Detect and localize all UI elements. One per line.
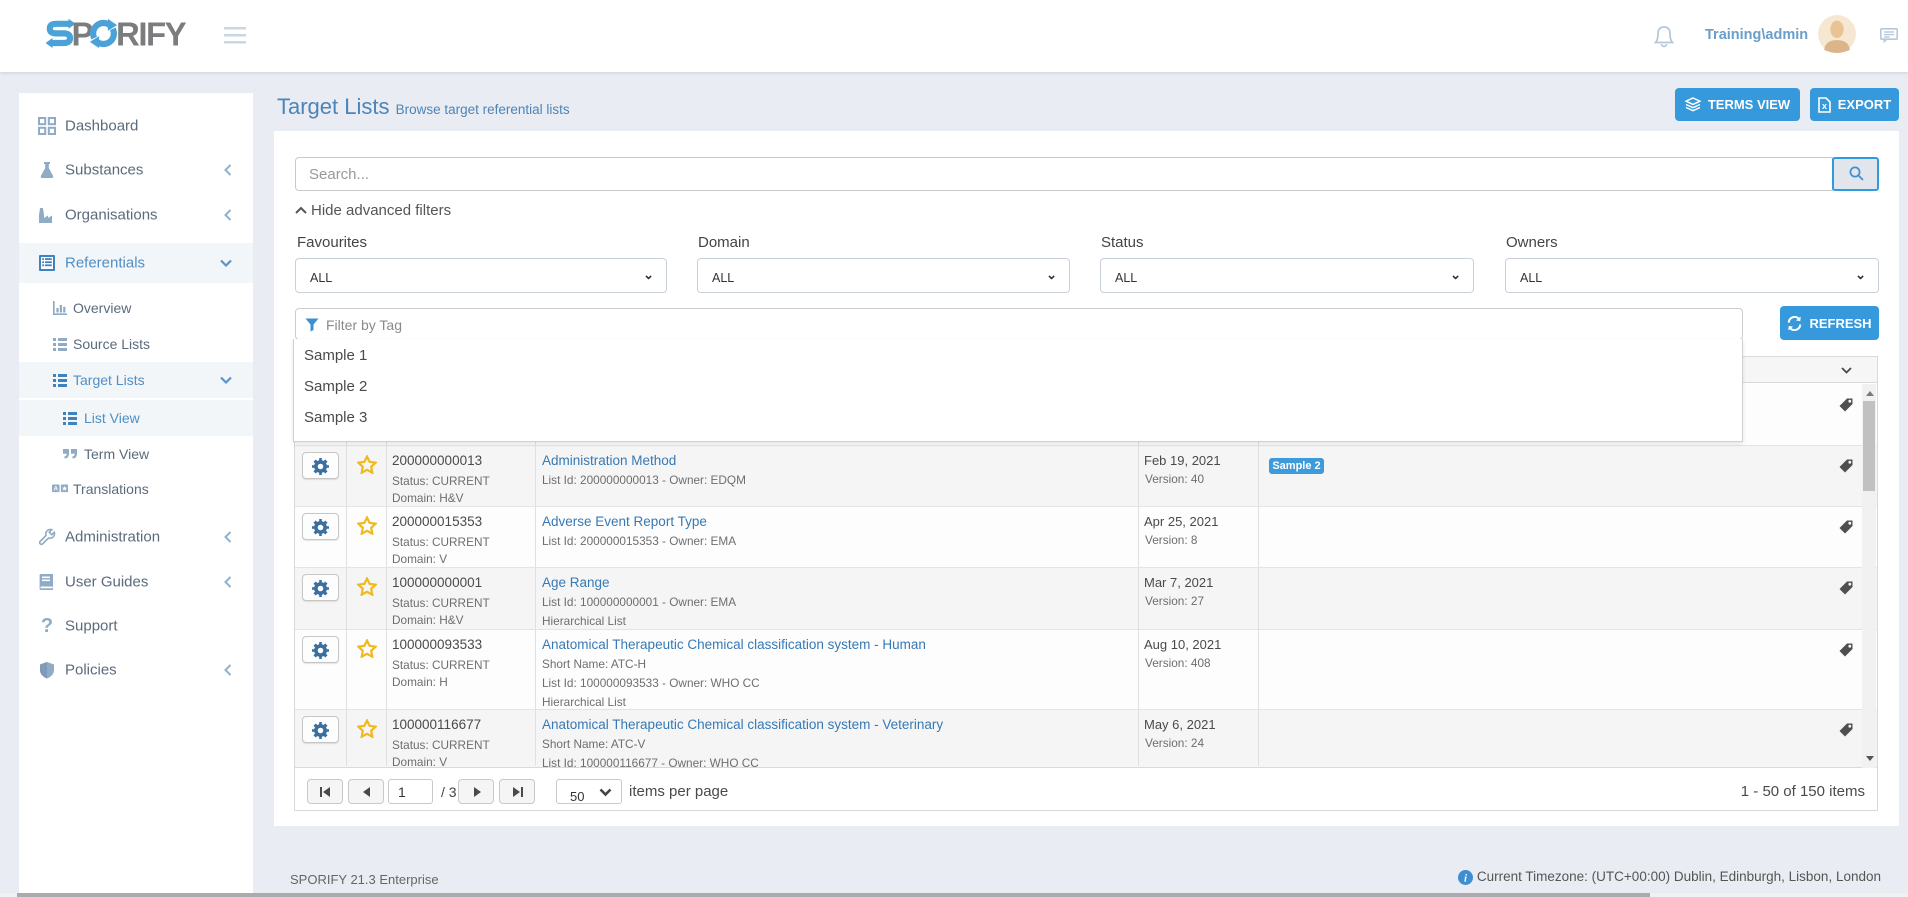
- svg-text:x: x: [1822, 101, 1827, 111]
- svg-text:RIFY: RIFY: [116, 16, 187, 53]
- svg-text:A: A: [53, 486, 58, 493]
